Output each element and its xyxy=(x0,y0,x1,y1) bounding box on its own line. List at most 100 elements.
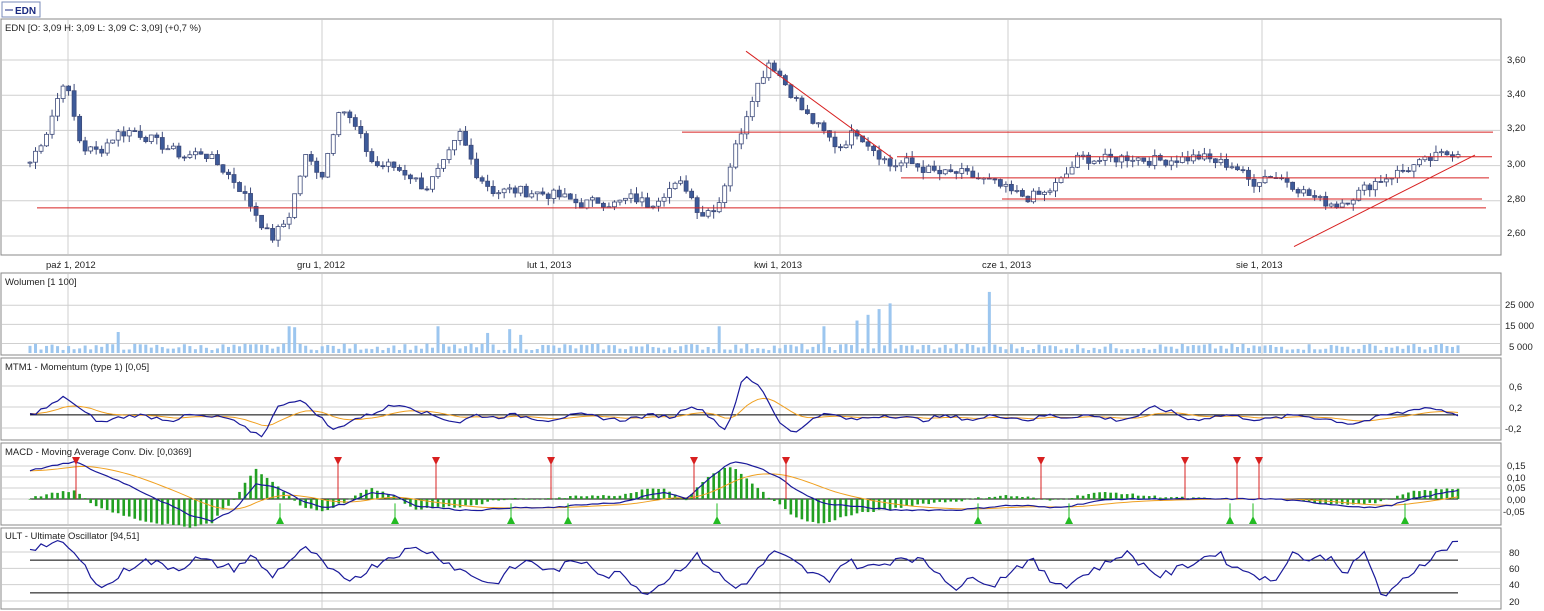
candle-body xyxy=(463,131,468,146)
candle-body xyxy=(1003,183,1009,187)
volume-bar xyxy=(1087,350,1091,353)
macd-histogram-bar xyxy=(739,473,743,499)
macd-histogram-bar xyxy=(602,495,605,499)
candle-body xyxy=(71,90,77,117)
macd-histogram-bar xyxy=(45,494,48,499)
symbol-tab[interactable]: EDN xyxy=(1,1,41,18)
candle-body xyxy=(308,154,314,162)
volume-bar xyxy=(442,344,446,353)
macd-histogram-bar xyxy=(497,499,500,501)
candle-body xyxy=(1135,157,1141,161)
volume-bar xyxy=(337,348,341,353)
macd-histogram-bar xyxy=(1379,499,1383,502)
candle-body xyxy=(1268,176,1273,178)
volume-bar xyxy=(1285,349,1289,353)
volume-bar xyxy=(1307,344,1311,353)
candle-body xyxy=(104,142,110,154)
macd-histogram-bar xyxy=(194,499,197,527)
candle-body xyxy=(325,153,331,178)
volume-bar xyxy=(56,346,60,353)
candle-body xyxy=(474,158,479,179)
candle-body xyxy=(876,150,882,160)
volume-bar xyxy=(359,349,363,353)
volume-bar xyxy=(315,350,319,353)
volume-bar xyxy=(221,344,225,353)
volume-bar xyxy=(89,349,93,353)
macd-y-axis: 0,15 0,10 0,05 0,00 -0,05 xyxy=(1503,461,1526,518)
candle-body xyxy=(512,187,518,194)
macd-histogram-bar xyxy=(116,499,120,514)
volume-bar xyxy=(954,344,958,353)
volume-bar xyxy=(1191,345,1195,353)
macd-histogram-bar xyxy=(72,490,76,499)
candle-body xyxy=(430,176,435,190)
macd-histogram-bar xyxy=(557,497,561,499)
candle-body xyxy=(540,191,546,195)
candle-body xyxy=(733,143,739,168)
volume-bar xyxy=(160,347,164,353)
volume-bar xyxy=(1136,348,1140,353)
candle-body xyxy=(887,158,893,167)
macd-histogram-bar xyxy=(508,499,511,500)
candle-body xyxy=(1174,160,1180,163)
candle-body xyxy=(760,77,766,84)
volume-bar xyxy=(960,348,964,353)
volume-bar xyxy=(976,347,980,353)
macd-histogram-bar xyxy=(105,499,109,511)
candle-body xyxy=(1102,153,1108,161)
volume-bar xyxy=(1164,346,1168,353)
candle-body xyxy=(408,174,413,180)
candle-body xyxy=(82,140,88,152)
y-tick-label: 3,20 xyxy=(1507,123,1526,134)
volume-bar xyxy=(827,347,831,353)
candle-body xyxy=(573,198,579,204)
macd-histogram-bar xyxy=(662,488,666,499)
volume-bar xyxy=(1031,349,1035,353)
candle-body xyxy=(99,148,105,154)
candle-body xyxy=(799,97,805,111)
candle-body xyxy=(920,166,926,173)
macd-histogram-bar xyxy=(1059,499,1063,500)
candle-body xyxy=(270,228,275,241)
macd-histogram-bar xyxy=(717,471,721,499)
volume-bar xyxy=(1335,345,1339,353)
volume-bar xyxy=(772,345,776,353)
candle-body xyxy=(992,178,998,181)
volume-bar xyxy=(116,332,120,353)
volume-bar xyxy=(1054,346,1058,353)
volume-bar xyxy=(1009,344,1013,353)
macd-histogram-bar xyxy=(932,499,936,503)
candle-body xyxy=(314,160,320,173)
volume-bar xyxy=(971,345,975,353)
candle-body xyxy=(909,157,915,165)
candle-body xyxy=(452,139,457,151)
macd-histogram-bar xyxy=(249,475,252,499)
candle-body xyxy=(110,139,116,144)
candle-body xyxy=(567,193,573,200)
volume-bar xyxy=(585,345,589,353)
volume-bar xyxy=(243,343,247,353)
volume-bar xyxy=(397,349,401,353)
candle-body xyxy=(628,193,634,199)
symbol-tab-label: EDN xyxy=(15,6,36,17)
volume-bar xyxy=(182,344,186,353)
macd-histogram-bar xyxy=(502,499,506,501)
volume-bar xyxy=(1329,345,1333,353)
macd-histogram-bar xyxy=(1136,495,1140,499)
macd-histogram-bar xyxy=(94,499,98,507)
macd-histogram-bar xyxy=(811,499,815,522)
macd-histogram-bar xyxy=(552,498,556,500)
volume-bar xyxy=(1401,348,1405,353)
volume-bar xyxy=(838,344,842,353)
candle-body xyxy=(634,193,639,203)
macd-histogram-bar xyxy=(640,489,644,499)
candle-body xyxy=(1036,190,1042,195)
volume-bar xyxy=(734,344,738,353)
y-tick-label: 0,2 xyxy=(1509,403,1522,414)
volume-bar xyxy=(447,346,451,353)
candle-body xyxy=(297,175,303,195)
volume-bar xyxy=(39,349,43,353)
y-tick-label: 0,15 xyxy=(1507,461,1526,472)
macd-histogram-bar xyxy=(227,499,230,506)
candle-body xyxy=(523,185,529,198)
